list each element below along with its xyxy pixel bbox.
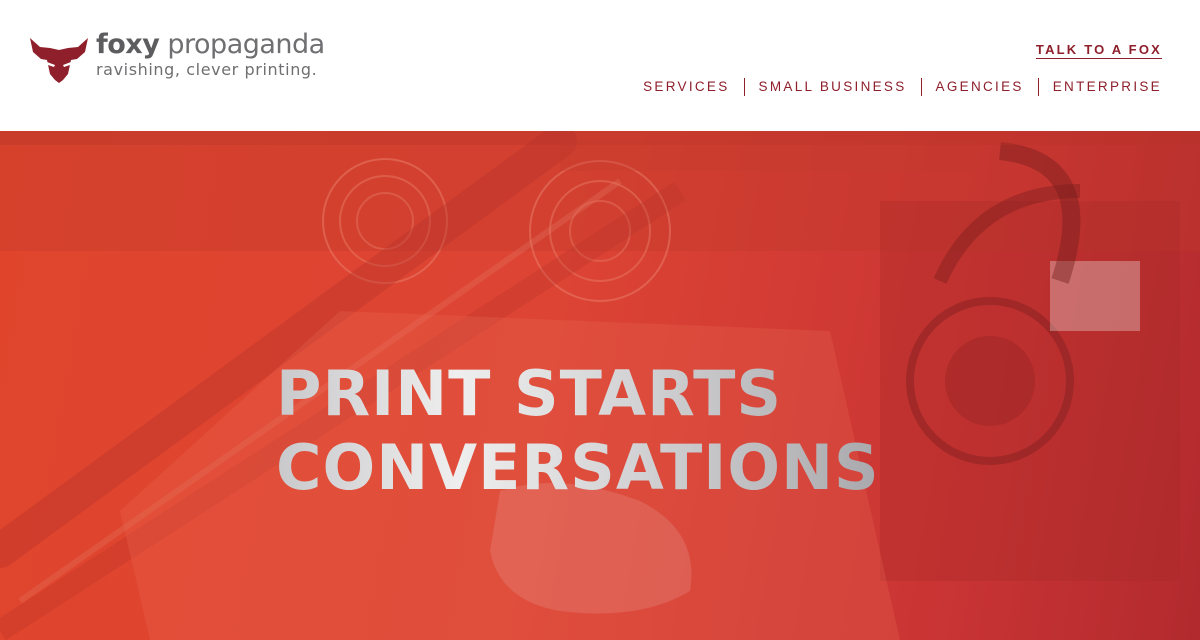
hero-headline-line2: CONVERSATIONS [276,431,880,504]
hero-headline: PRINT STARTS CONVERSATIONS [276,357,880,505]
nav-divider [1037,78,1039,96]
hero-banner: PRINT STARTS CONVERSATIONS [0,131,1200,640]
talk-to-a-fox-link[interactable]: TALK TO A FOX [1035,42,1162,59]
main-nav: SERVICES SMALL BUSINESS AGENCIES ENTERPR… [643,78,1162,96]
brand-name-rest: propaganda [159,29,325,60]
nav-item-agencies[interactable]: AGENCIES [936,78,1024,96]
nav-divider [920,78,922,96]
brand-name: foxy propaganda [96,30,325,60]
nav-divider [743,78,745,96]
logo-text: foxy propaganda ravishing, clever printi… [96,30,325,80]
hero-headline-line1: PRINT STARTS [276,357,783,430]
fox-head-icon [30,38,88,83]
brand-tagline: ravishing, clever printing. [96,60,318,79]
nav-item-enterprise[interactable]: ENTERPRISE [1053,78,1162,96]
site-header: foxy propaganda ravishing, clever printi… [0,0,1200,131]
brand-logo[interactable]: foxy propaganda ravishing, clever printi… [30,30,325,84]
nav-item-small-business[interactable]: SMALL BUSINESS [759,78,907,96]
nav-item-services[interactable]: SERVICES [643,78,729,96]
brand-name-bold: foxy [96,29,160,60]
